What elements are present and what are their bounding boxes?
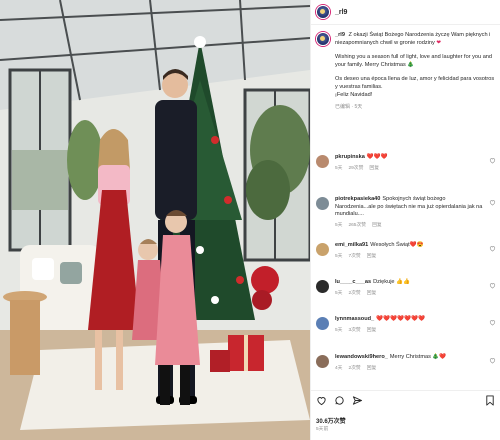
caption-username[interactable]: _rl9 xyxy=(335,32,345,38)
reply-button[interactable]: 回复 xyxy=(367,326,377,333)
comment-item: piotrekpasieka40 Spokojnych świąt bożego … xyxy=(316,196,496,228)
comment-icon[interactable] xyxy=(334,395,345,406)
comment-text: Dziękuje 👍👍 xyxy=(373,279,411,285)
caption-spanish-end: ¡Feliz Navidad! xyxy=(335,92,373,98)
caption-spanish: Os deseo una época llena de luz, amor y … xyxy=(335,76,495,90)
comment-item: lynnmassoud_ ❤️❤️❤️❤️❤️❤️❤️ 5天 3次赞 回复 xyxy=(316,316,496,333)
share-icon[interactable] xyxy=(352,395,363,406)
post-photo[interactable] xyxy=(0,0,310,440)
like-icon[interactable] xyxy=(316,395,327,406)
comment-time: 5天 xyxy=(335,327,343,333)
commenter-username[interactable]: pkrupinska xyxy=(335,154,365,160)
like-heart-icon[interactable] xyxy=(489,199,496,206)
comment-likes[interactable]: 7次赞 xyxy=(348,252,360,259)
commenter-username[interactable]: lu____c___as xyxy=(335,279,371,285)
comment-time: 5天 xyxy=(335,290,343,296)
comment-item: pkrupinska ❤️❤️❤️ 5天 29次赞 回复 xyxy=(316,154,496,171)
comment-likes[interactable]: 29次赞 xyxy=(348,164,363,171)
reply-button[interactable]: 回复 xyxy=(367,252,377,259)
commenter-avatar[interactable] xyxy=(316,355,329,368)
commenter-avatar[interactable] xyxy=(316,197,329,210)
comment-text: ❤️❤️❤️ xyxy=(366,154,388,160)
comment-likes[interactable]: 265次赞 xyxy=(348,221,366,228)
comment-likes[interactable]: 2次赞 xyxy=(348,289,360,296)
reply-button[interactable]: 回复 xyxy=(369,164,379,171)
comment-time: 5天 xyxy=(335,222,343,228)
post-caption: _rl9 Z okazji Świąt Bożego Narodzenia ży… xyxy=(311,31,500,111)
bookmark-icon[interactable] xyxy=(485,395,495,406)
caption-english: Wishing you a season full of light, love… xyxy=(335,54,493,68)
commenter-username[interactable]: piotrekpasieka40 xyxy=(335,196,380,202)
reply-button[interactable]: 回复 xyxy=(367,289,377,296)
author-username[interactable]: _rl9 xyxy=(335,9,347,16)
comment-text: Merry Christmas 🎄❤️ xyxy=(389,354,447,360)
post-header: _rl9 xyxy=(311,0,500,25)
commenter-avatar[interactable] xyxy=(316,155,329,168)
reply-button[interactable]: 回复 xyxy=(372,221,382,228)
like-count[interactable]: 30.6万次赞 xyxy=(316,416,346,425)
comment-time: 4天 xyxy=(335,365,343,371)
comment-time: 5天 xyxy=(335,165,343,171)
comment-item: emi_milka91 Wesołych Świąt❤️😍 5天 7次赞 回复 xyxy=(316,242,496,259)
heart-icon: ❤ xyxy=(436,40,442,46)
caption-avatar[interactable] xyxy=(316,32,330,46)
caption-polish: Z okazji Świąt Bożego Narodzenia życzę W… xyxy=(335,32,491,46)
comment-text: ❤️❤️❤️❤️❤️❤️❤️ xyxy=(376,316,425,322)
commenter-username[interactable]: lynnmassoud_ xyxy=(335,316,374,322)
commenter-username[interactable]: emi_milka91 xyxy=(335,242,368,248)
family-christmas-photo xyxy=(0,0,310,440)
commenter-avatar[interactable] xyxy=(316,280,329,293)
post-sidebar: _rl9 _rl9 Z okazji Świąt Bożego Narodzen… xyxy=(310,0,500,440)
like-heart-icon[interactable] xyxy=(489,319,496,326)
like-heart-icon[interactable] xyxy=(489,245,496,252)
comment-item: lu____c___as Dziękuje 👍👍 5天 2次赞 回复 xyxy=(316,279,496,296)
post-actions: 30.6万次赞 5天前 xyxy=(311,390,500,440)
post-date: 5天前 xyxy=(316,427,329,432)
like-heart-icon[interactable] xyxy=(489,282,496,289)
comment-item: lewandowski9hero_ Merry Christmas 🎄❤️ 4天 2… xyxy=(316,354,496,371)
reply-button[interactable]: 回复 xyxy=(367,364,377,371)
commenter-avatar[interactable] xyxy=(316,317,329,330)
caption-edited: 已编辑 · 5天 xyxy=(335,104,363,110)
comment-time: 5天 xyxy=(335,253,343,259)
commenter-avatar[interactable] xyxy=(316,243,329,256)
like-heart-icon[interactable] xyxy=(489,157,496,164)
commenter-username[interactable]: lewandowski9hero_ xyxy=(335,354,388,360)
comment-text: Wesołych Świąt❤️😍 xyxy=(370,242,424,248)
like-heart-icon[interactable] xyxy=(489,357,496,364)
author-avatar[interactable] xyxy=(316,5,330,19)
comment-likes[interactable]: 2次赞 xyxy=(348,364,360,371)
comment-likes[interactable]: 3次赞 xyxy=(348,326,360,333)
